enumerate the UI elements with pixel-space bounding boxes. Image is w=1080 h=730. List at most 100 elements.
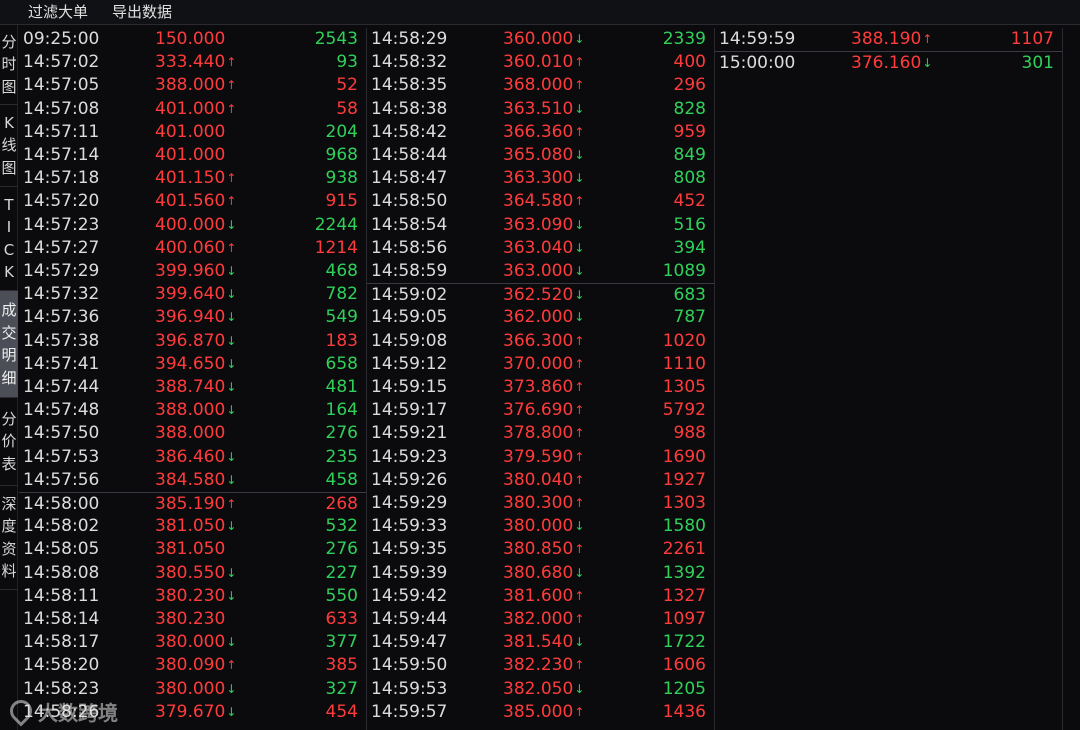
trade-row[interactable]: 14:58:42 366.360↑ 959 [367, 121, 714, 144]
trade-price: 381.540↓ [503, 631, 586, 654]
trade-row[interactable]: 14:59:33 380.000↓ 1580 [367, 515, 714, 538]
trade-price-value: 401.560 [155, 191, 226, 212]
trade-row[interactable]: 14:59:26 380.040↑ 1927 [367, 469, 714, 492]
tab-trade-details[interactable]: 成 交 明 细 [0, 291, 18, 398]
arrow-up-icon: ↑ [226, 78, 237, 93]
trade-row[interactable]: 14:58:50 364.580↑ 452 [367, 190, 714, 213]
trade-volume: 227 [325, 562, 358, 583]
trade-price: 373.860↑ [503, 376, 586, 399]
trade-row[interactable]: 14:57:50 388.000 276 [19, 422, 366, 445]
trade-time: 14:58:42 [371, 121, 448, 142]
trade-price: 380.230↓ [155, 585, 238, 608]
trade-price: 366.300↑ [503, 330, 586, 353]
trade-row[interactable]: 14:57:36 396.940↓ 549 [19, 306, 366, 329]
tab-intraday-chart[interactable]: 分 时 图 [0, 25, 18, 105]
trade-row[interactable]: 14:58:00 385.190↑ 268 [19, 492, 366, 515]
arrow-down-icon: ↓ [226, 287, 237, 302]
trade-row[interactable]: 14:59:59 388.190↑ 1107 [715, 28, 1062, 51]
trade-volume: 516 [673, 214, 706, 235]
trade-row[interactable]: 14:57:05 388.000↑ 52 [19, 74, 366, 97]
trade-price: 396.870↓ [155, 330, 238, 353]
trade-row[interactable]: 14:58:08 380.550↓ 227 [19, 562, 366, 585]
trade-row[interactable]: 14:59:08 366.300↑ 1020 [367, 330, 714, 353]
arrow-up-icon: ↑ [574, 380, 585, 394]
trade-price: 380.000↓ [503, 515, 586, 538]
arrow-up-icon: ↑ [922, 32, 933, 46]
trade-time: 14:59:08 [371, 330, 448, 351]
trade-row[interactable]: 14:57:29 399.960↓ 468 [19, 260, 366, 283]
tab-tick[interactable]: T I C K [0, 187, 18, 291]
trade-row[interactable]: 14:57:18 401.150↑ 938 [19, 167, 366, 190]
trade-row[interactable]: 14:59:47 381.540↓ 1722 [367, 631, 714, 654]
trade-price-value: 399.640 [155, 284, 226, 305]
trade-row[interactable]: 14:57:20 401.560↑ 915 [19, 190, 366, 213]
trade-row[interactable]: 14:57:32 399.640↓ 782 [19, 283, 366, 306]
trade-row[interactable]: 14:59:44 382.000↑ 1097 [367, 608, 714, 631]
trade-row[interactable]: 14:57:53 386.460↓ 235 [19, 446, 366, 469]
trade-time: 14:59:33 [371, 516, 448, 537]
trade-volume: 1097 [662, 609, 706, 629]
trade-row[interactable]: 14:57:56 384.580↓ 458 [19, 469, 366, 492]
trade-row[interactable]: 14:59:35 380.850↑ 2261 [367, 538, 714, 561]
trade-row[interactable]: 14:58:35 368.000↑ 296 [367, 74, 714, 97]
trade-row[interactable]: 14:58:32 360.010↑ 400 [367, 51, 714, 74]
trade-row[interactable]: 14:59:42 381.600↑ 1327 [367, 585, 714, 608]
trade-row[interactable]: 14:58:29 360.000↓ 2339 [367, 28, 714, 51]
trade-price-value: 380.000 [155, 678, 226, 699]
tab-kline-chart[interactable]: K 线 图 [0, 105, 18, 187]
trade-row[interactable]: 14:59:39 380.680↓ 1392 [367, 562, 714, 585]
trade-row[interactable]: 14:59:15 373.860↑ 1305 [367, 376, 714, 399]
trade-volume: 1110 [662, 353, 706, 374]
trade-row[interactable]: 14:57:02 333.440↑ 93 [19, 51, 366, 74]
trade-row[interactable]: 14:59:02 362.520↓ 683 [367, 283, 714, 306]
trade-row[interactable]: 14:57:44 388.740↓ 481 [19, 376, 366, 399]
trade-row[interactable]: 14:59:57 385.000↑ 1436 [367, 701, 714, 724]
trade-row[interactable]: 14:58:14 380.230 633 [19, 608, 366, 631]
filter-large-orders-button[interactable]: 过滤大单 [28, 2, 88, 22]
trade-row[interactable]: 14:57:41 394.650↓ 658 [19, 353, 366, 376]
trade-row[interactable]: 14:58:17 380.000↓ 377 [19, 631, 366, 654]
trade-price: 382.230↑ [503, 654, 586, 677]
export-data-button[interactable]: 导出数据 [112, 2, 172, 22]
trade-row[interactable]: 14:59:29 380.300↑ 1303 [367, 492, 714, 515]
trade-row[interactable]: 14:57:14 401.000 968 [19, 144, 366, 167]
trade-row[interactable]: 14:59:53 382.050↓ 1205 [367, 678, 714, 701]
trade-row[interactable]: 14:58:59 363.000↓ 1089 [367, 260, 714, 283]
trade-row[interactable]: 15:00:00 376.160↓ 301 [715, 51, 1062, 74]
trade-row[interactable]: 14:57:11 401.000 204 [19, 121, 366, 144]
trade-time: 14:59:53 [371, 678, 448, 699]
trade-volume: 1927 [662, 469, 706, 490]
trade-time: 14:59:42 [371, 585, 448, 606]
trade-row[interactable]: 14:57:27 400.060↑ 1214 [19, 237, 366, 260]
trade-volume: 787 [673, 307, 706, 328]
trade-row[interactable]: 14:58:44 365.080↓ 849 [367, 144, 714, 167]
trade-time: 14:57:53 [23, 446, 100, 467]
trade-row[interactable]: 14:57:23 400.000↓ 2244 [19, 214, 366, 237]
trade-row[interactable]: 14:58:05 381.050 276 [19, 538, 366, 561]
trade-row[interactable]: 14:58:20 380.090↑ 385 [19, 654, 366, 677]
trade-price-value: 360.000 [503, 29, 574, 49]
trade-row[interactable]: 14:57:08 401.000↑ 58 [19, 98, 366, 121]
trade-row[interactable]: 14:59:23 379.590↑ 1690 [367, 446, 714, 469]
trade-row[interactable]: 09:25:00 150.000 2543 [19, 28, 366, 51]
trade-row[interactable]: 14:58:11 380.230↓ 550 [19, 585, 366, 608]
trade-time: 14:57:11 [23, 121, 100, 142]
trade-row[interactable]: 14:58:47 363.300↓ 808 [367, 167, 714, 190]
trade-volume: 1205 [662, 678, 706, 699]
arrow-up-icon: ↑ [226, 240, 237, 255]
arrow-down-icon: ↓ [226, 264, 237, 278]
trade-row[interactable]: 14:58:56 363.040↓ 394 [367, 237, 714, 260]
trade-row[interactable]: 14:59:12 370.000↑ 1110 [367, 353, 714, 376]
trade-row[interactable]: 14:59:17 376.690↑ 5792 [367, 399, 714, 422]
trade-volume: 377 [325, 632, 358, 653]
trade-row[interactable]: 14:59:05 362.000↓ 787 [367, 306, 714, 329]
trade-row[interactable]: 14:57:38 396.870↓ 183 [19, 330, 366, 353]
trade-row[interactable]: 14:58:02 381.050↓ 532 [19, 515, 366, 538]
trade-row[interactable]: 14:58:54 363.090↓ 516 [367, 214, 714, 237]
trade-row[interactable]: 14:58:38 363.510↓ 828 [367, 98, 714, 121]
trade-row[interactable]: 14:57:48 388.000↓ 164 [19, 399, 366, 422]
trade-row[interactable]: 14:59:21 378.800↑ 988 [367, 422, 714, 445]
tab-price-table[interactable]: 分 价 表 [0, 398, 18, 486]
trade-row[interactable]: 14:59:50 382.230↑ 1606 [367, 654, 714, 677]
tab-depth-data[interactable]: 深 度 资 料 [0, 486, 18, 590]
